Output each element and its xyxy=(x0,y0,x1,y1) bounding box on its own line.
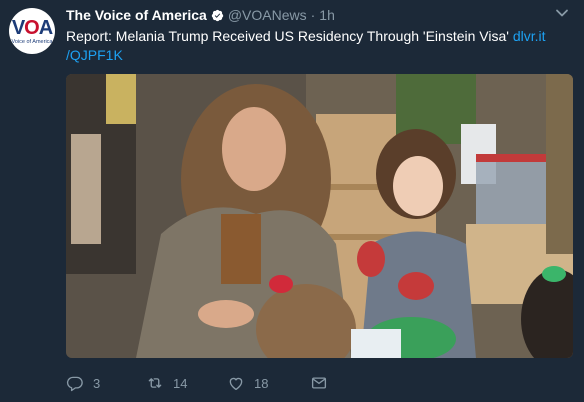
tweet-header: The Voice of America @VOANews · 1h xyxy=(66,6,554,24)
reply-count: 3 xyxy=(93,375,101,391)
voa-logo: VOA xyxy=(11,17,53,39)
voa-logo-subtitle: Voice of America xyxy=(11,39,53,45)
photo-illustration xyxy=(66,74,573,358)
avatar[interactable]: VOA Voice of America xyxy=(9,8,55,54)
direct-message-button[interactable] xyxy=(310,374,328,392)
separator-dot: · xyxy=(310,7,316,23)
tweet-photo[interactable] xyxy=(66,74,573,358)
retweet-count: 14 xyxy=(173,375,188,391)
verified-badge-icon xyxy=(211,9,224,21)
tweet-timestamp[interactable]: 1h xyxy=(319,7,335,23)
chevron-down-icon[interactable] xyxy=(555,6,569,20)
tweet-body: Report: Melania Trump Received US Reside… xyxy=(66,28,509,44)
like-icon xyxy=(229,377,243,391)
author-handle[interactable]: @VOANews xyxy=(228,7,307,23)
tweet-actions: 3 14 18 xyxy=(66,372,328,394)
reply-button[interactable]: 3 xyxy=(66,374,146,392)
tweet-text: Report: Melania Trump Received US Reside… xyxy=(66,27,571,65)
direct-message-icon xyxy=(311,377,327,389)
retweet-icon xyxy=(148,378,162,388)
author-name[interactable]: The Voice of America xyxy=(66,7,207,23)
retweet-button[interactable]: 14 xyxy=(146,374,227,392)
like-button[interactable]: 18 xyxy=(227,374,310,392)
like-count: 18 xyxy=(254,375,269,391)
reply-icon xyxy=(66,376,83,392)
